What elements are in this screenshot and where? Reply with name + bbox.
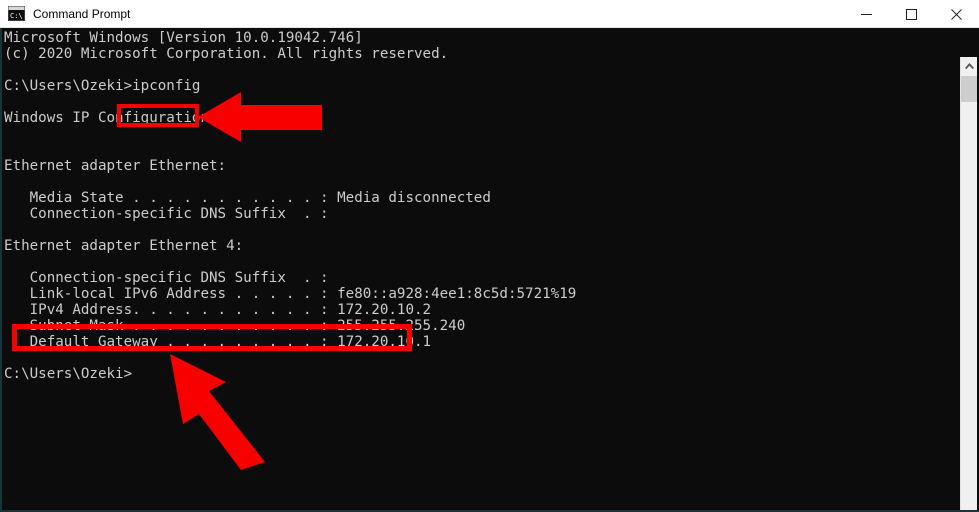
command-prompt-window: C:\ Command Prompt Microsoft Windows [Ve… (0, 0, 979, 512)
maximize-button[interactable] (889, 0, 934, 28)
window-controls (844, 0, 979, 28)
command-prompt-icon: C:\ (8, 6, 25, 21)
vertical-scrollbar[interactable] (960, 57, 977, 510)
svg-text:C:\: C:\ (10, 12, 23, 20)
minimize-button[interactable] (844, 0, 889, 28)
scroll-thumb[interactable] (961, 76, 977, 102)
title-bar[interactable]: C:\ Command Prompt (0, 0, 979, 28)
scroll-up-arrow-icon[interactable] (961, 57, 977, 74)
close-button[interactable] (934, 0, 979, 28)
window-title: Command Prompt (33, 6, 131, 21)
console-text: Microsoft Windows [Version 10.0.19042.74… (4, 30, 577, 382)
terminal-output-area[interactable]: Microsoft Windows [Version 10.0.19042.74… (0, 28, 979, 512)
